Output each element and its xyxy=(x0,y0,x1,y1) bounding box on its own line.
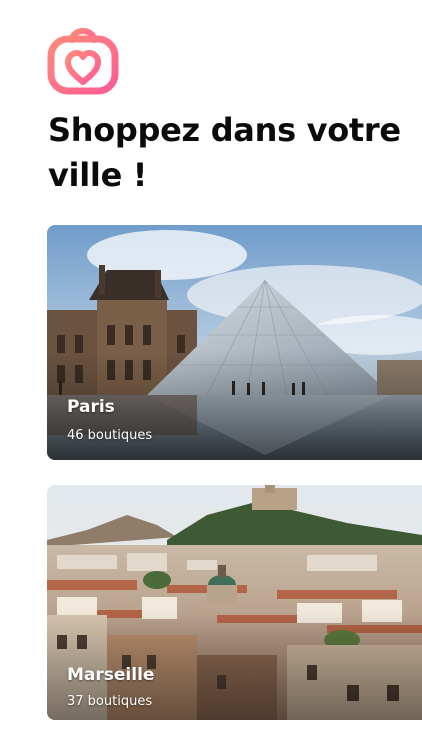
city-card-marseille[interactable]: Marseille 37 boutiques xyxy=(47,485,422,720)
city-name: Marseille xyxy=(67,665,155,685)
city-name: Paris xyxy=(67,397,115,417)
page-title: Shoppez dans votre ville ! xyxy=(48,111,401,194)
city-selection-screen: Shoppez dans votre ville ! Paris 46 bout… xyxy=(0,0,422,750)
city-card-paris[interactable]: Paris 46 boutiques xyxy=(47,225,422,460)
shop-count: 46 boutiques xyxy=(67,428,153,443)
shop-count: 37 boutiques xyxy=(67,694,153,709)
shopping-bag-logo-icon xyxy=(47,28,119,95)
